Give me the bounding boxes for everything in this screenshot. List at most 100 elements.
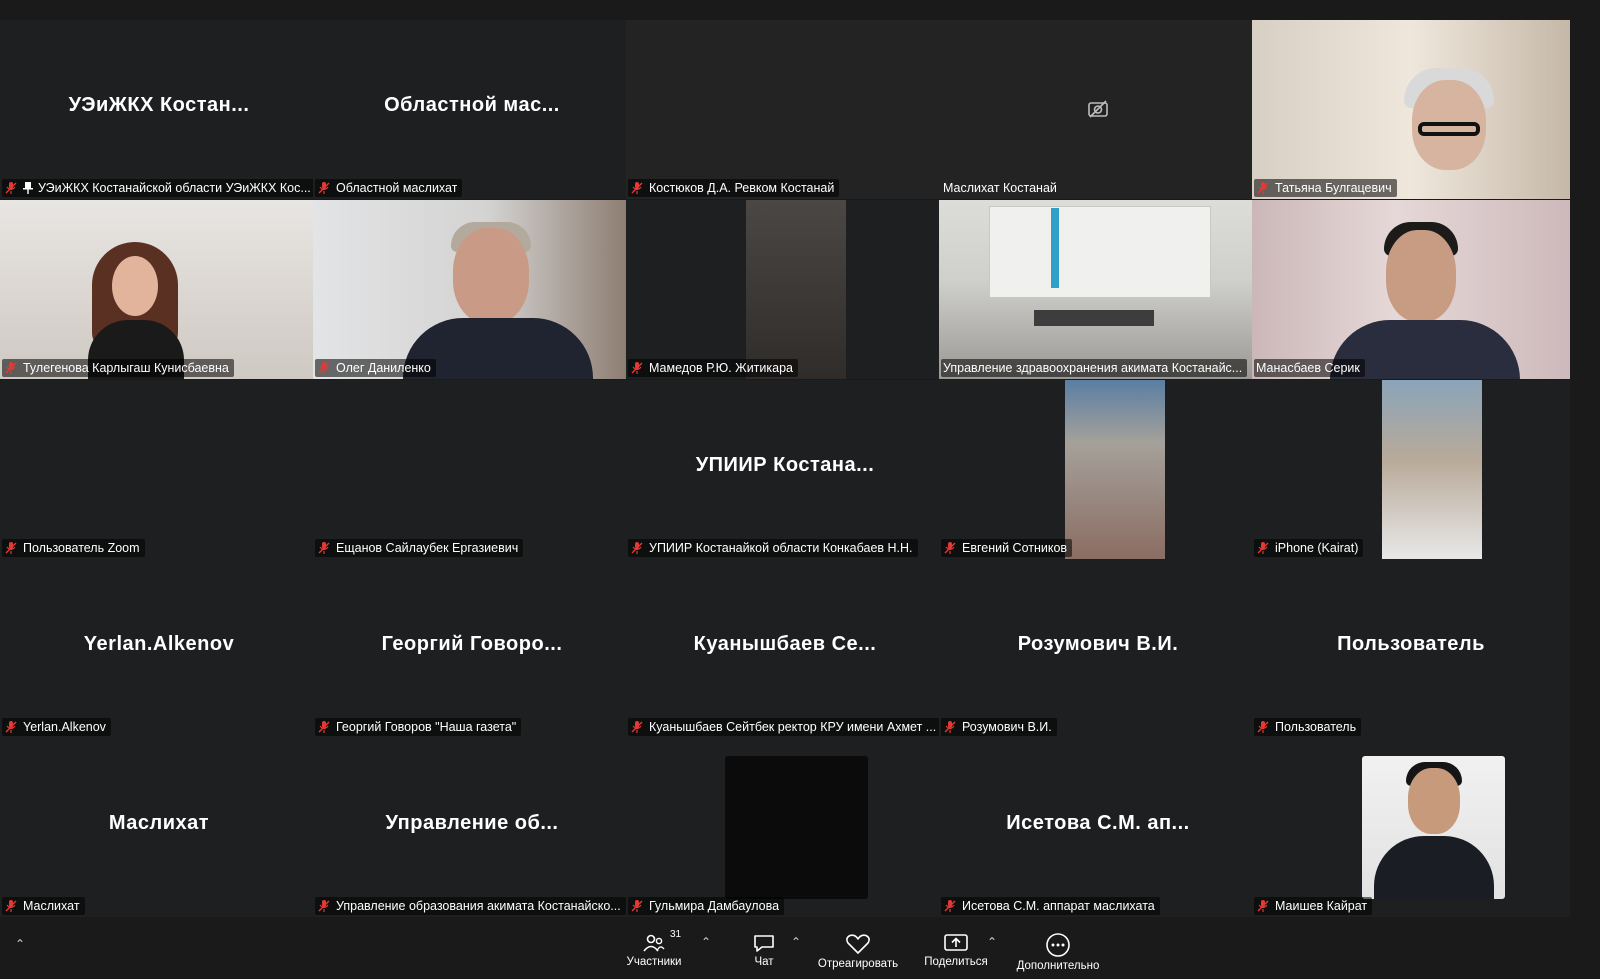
video-feed [1252,20,1570,199]
mic-muted-icon [631,362,643,374]
participant-label: Маслихат [2,897,85,915]
participant-label: Олег Даниленко [315,359,436,377]
camera-off-icon [1088,100,1108,118]
participant-name: Управление здравоохранения акимата Коста… [943,361,1243,375]
mic-muted-icon [631,182,643,194]
participant-name: iPhone (Kairat) [1275,541,1359,555]
participant-name: Маслихат [23,899,80,913]
participant-label: Yerlan.Alkenov [2,718,111,736]
participant-tile[interactable]: Маслихат Костанай [939,20,1257,199]
participant-label: Куанышбаев Сейтбек ректор КРУ имени Ахме… [628,718,942,736]
heart-icon [846,934,870,954]
participant-tile[interactable]: Маишев Кайрат [1252,738,1570,917]
participant-tile[interactable]: Исетова С.М. ап... Исетова С.М. аппарат … [939,738,1257,917]
participant-tile[interactable]: Маслихат Маслихат [0,738,318,917]
participant-display-name: Областной мас... [384,94,560,116]
chevron-up-icon[interactable]: ⌃ [12,937,28,951]
participant-name: Ещанов Сайлаубек Ергазиевич [336,541,519,555]
participant-tile-active-speaker[interactable]: Манасбаев Серик [1252,200,1570,379]
participant-tile[interactable]: Костюков Д.А. Ревком Костанай [626,20,944,199]
participant-name: УПИИР Костанайкой области Конкабаев Н.Н. [649,541,913,555]
participant-tile[interactable]: Олег Даниленко [313,200,631,379]
participant-tile[interactable]: Управление об... Управление образования … [313,738,631,917]
participant-name: Маишев Кайрат [1275,899,1368,913]
participant-tile[interactable]: Пользователь Пользователь [1252,559,1570,738]
participant-name: Куанышбаев Сейтбек ректор КРУ имени Ахме… [649,720,937,734]
chevron-up-icon[interactable]: ⌃ [698,935,714,949]
video-feed [313,200,631,379]
participant-label: Манасбаев Серик [1254,359,1365,377]
mic-muted-icon [1257,542,1269,554]
participant-tile[interactable]: Пользователь Zoom [0,380,318,559]
participant-tile[interactable]: УЭиЖКХ Костан... УЭиЖКХ Костанайской обл… [0,20,318,199]
mic-muted-icon [1257,182,1269,194]
participant-label: Исетова С.М. аппарат маслихата [941,897,1160,915]
participant-display-name: Георгий Говоро... [381,633,563,655]
share-screen-button[interactable]: Поделиться [918,925,994,979]
mic-muted-icon [318,721,330,733]
participant-label: Управление здравоохранения акимата Коста… [941,359,1248,377]
participant-label: Костюков Д.А. Ревком Костанай [628,179,840,197]
participant-label: Пользователь [1254,718,1362,736]
participant-name: Пользователь Zoom [23,541,140,555]
more-label: Дополнительно [1016,960,1100,972]
participant-display-name: Розумович В.И. [1017,633,1179,655]
participant-label: iPhone (Kairat) [1254,539,1364,557]
video-feed [1382,380,1482,559]
participant-tile[interactable]: Татьяна Булгацевич [1252,20,1570,199]
mic-muted-icon [318,900,330,912]
chevron-up-icon[interactable]: ⌃ [984,935,1000,949]
participants-icon [643,934,665,952]
chevron-up-icon[interactable]: ⌃ [788,935,804,949]
participant-label: УЭиЖКХ Костанайской области УЭиЖКХ Кос..… [2,179,316,197]
participant-tile[interactable]: Гульмира Дамбаулова [626,738,944,917]
participant-tile[interactable]: УПИИР Костана... УПИИР Костанайкой облас… [626,380,944,559]
participant-tile[interactable]: Куанышбаев Се... Куанышбаев Сейтбек рект… [626,559,944,738]
participant-name: Пользователь [1275,720,1357,734]
mic-muted-icon [1257,721,1269,733]
mic-muted-icon [631,900,643,912]
chat-button[interactable]: Чат [736,925,792,979]
video-feed [939,200,1257,379]
participant-name: Исетова С.М. аппарат маслихата [962,899,1155,913]
video-grid: УЭиЖКХ Костан... УЭиЖКХ Костанайской обл… [0,0,1600,920]
chat-icon [754,935,774,952]
participants-label: Участники [626,956,682,968]
mic-muted-icon [944,721,956,733]
participant-label: Управление образования акимата Костанайс… [315,897,626,915]
participant-tile[interactable]: Розумович В.И. Розумович В.И. [939,559,1257,738]
share-label: Поделиться [924,956,988,968]
participant-label: Пользователь Zoom [2,539,145,557]
participant-label: Гульмира Дамбаулова [628,897,785,915]
participant-tile[interactable]: Ещанов Сайлаубек Ергазиевич [313,380,631,559]
participant-name: Георгий Говоров "Наша газета" [336,720,517,734]
participant-tile[interactable]: Тулегенова Карлыгаш Кунисбаевна [0,200,318,379]
participant-tile[interactable]: Георгий Говоро... Георгий Говоров "Наша … [313,559,631,738]
participant-display-name: Куанышбаев Се... [693,633,877,655]
participant-tile[interactable]: Евгений Сотников [939,380,1257,559]
pin-icon [23,182,33,194]
mic-muted-icon [944,542,956,554]
chat-label: Чат [754,956,774,968]
participant-name: Костюков Д.А. Ревком Костанай [649,181,835,195]
participant-display-name: Yerlan.Alkenov [83,633,235,655]
participant-tile[interactable]: Мамедов Р.Ю. Житикара [626,200,944,379]
mic-muted-icon [318,362,330,374]
participant-label: Маишев Кайрат [1254,897,1373,915]
avatar [1362,756,1505,899]
participant-tile[interactable]: Управление здравоохранения акимата Коста… [939,200,1257,379]
mic-muted-icon [5,182,17,194]
mic-muted-icon [5,362,17,374]
participant-tile[interactable]: iPhone (Kairat) [1252,380,1570,559]
participant-name: Манасбаев Серик [1256,361,1360,375]
share-screen-icon [944,934,968,951]
participant-name: Yerlan.Alkenov [23,720,106,734]
react-button[interactable]: Отреагировать [808,925,908,979]
participant-display-name: УПИИР Костана... [695,454,875,476]
participant-tile[interactable]: Yerlan.Alkenov Yerlan.Alkenov [0,559,318,738]
participant-tile[interactable]: Областной мас... Областной маслихат [313,20,631,199]
participants-button[interactable]: Участники 31 [618,925,690,979]
meeting-toolbar: ⌃ Участники 31 ⌃ Чат ⌃ Отреагировать Под… [0,925,1600,979]
more-button[interactable]: Дополнительно [1008,925,1108,979]
mic-muted-icon [631,721,643,733]
